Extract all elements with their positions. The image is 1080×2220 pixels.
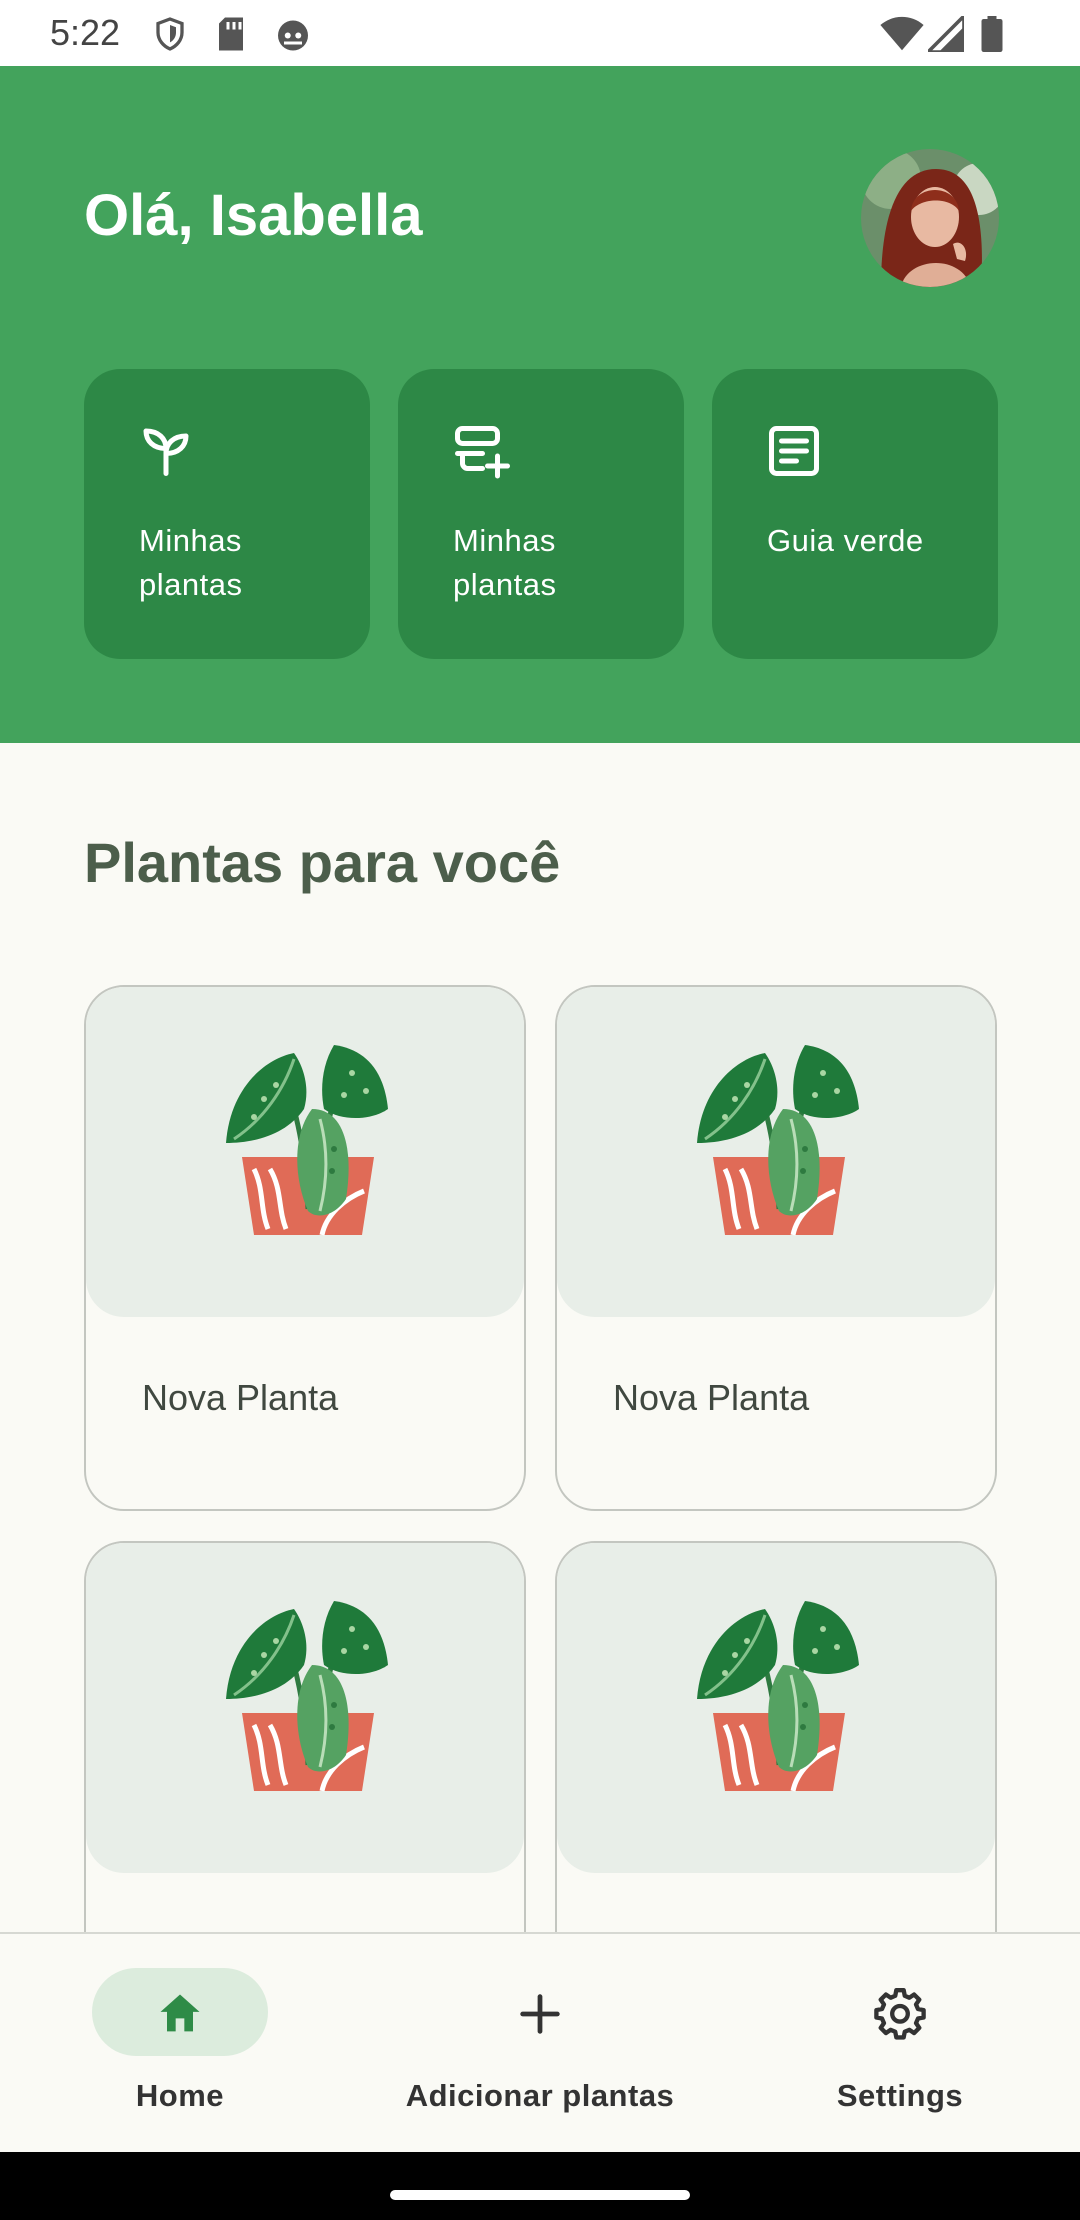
quick-action-label: Guia verde: [767, 523, 924, 558]
bottom-navigation: Home Adicionar plantas Settings: [0, 1932, 1080, 2152]
gear-icon: [874, 1987, 926, 2040]
nav-item-settings[interactable]: Settings: [720, 1934, 1080, 2154]
plus-icon: [514, 1988, 566, 2040]
gesture-navigation-bar: [0, 2152, 1080, 2220]
home-gesture-handle[interactable]: [390, 2190, 690, 2200]
playlist-add-icon: [450, 421, 510, 481]
nav-label-add-plants: Adicionar plantas: [405, 2078, 675, 2113]
header: Olá, Isabella Minhas plantas Minhas plan…: [0, 66, 1080, 743]
plant-name: Nova Planta: [142, 1377, 339, 1418]
nav-label-home: Home: [135, 2078, 225, 2113]
quick-action-label: Minhas plantas: [453, 523, 557, 602]
shield-icon: [152, 16, 188, 57]
quick-action-my-plants[interactable]: Minhas plantas: [84, 369, 370, 659]
section-title: Plantas para você: [84, 831, 561, 894]
nav-item-add-plants[interactable]: Adicionar plantas: [360, 1934, 720, 2154]
home-icon: [154, 1988, 206, 2040]
plant-image-area: [86, 987, 524, 1317]
plant-image: [224, 1595, 390, 1795]
nav-item-home[interactable]: Home: [0, 1934, 360, 2154]
article-icon: [764, 421, 824, 481]
quick-action-green-guide[interactable]: Guia verde: [712, 369, 998, 659]
plant-card[interactable]: Nova Planta: [555, 985, 997, 1511]
quick-action-label: Minhas plantas: [139, 523, 243, 602]
plant-image-area: [557, 1543, 995, 1873]
plant-card[interactable]: Nova Planta: [84, 985, 526, 1511]
sd-card-icon: [216, 16, 246, 57]
battery-icon: [980, 16, 1004, 57]
status-time: 5:22: [50, 12, 121, 53]
sprout-icon: [136, 421, 196, 481]
wifi-icon: [880, 16, 924, 57]
plant-name: Nova Planta: [613, 1377, 810, 1418]
avatar[interactable]: [861, 149, 999, 287]
plant-image-area: [86, 1543, 524, 1873]
plant-image: [695, 1039, 861, 1239]
plant-image: [695, 1595, 861, 1795]
android-icon: [274, 16, 312, 57]
plant-image-area: [557, 987, 995, 1317]
signal-icon: [923, 11, 966, 57]
greeting-title: Olá, Isabella: [84, 183, 423, 248]
nav-label-settings: Settings: [836, 2078, 964, 2113]
plant-image: [224, 1039, 390, 1239]
quick-action-my-plants-list[interactable]: Minhas plantas: [398, 369, 684, 659]
status-bar: 5:22: [0, 0, 1080, 66]
